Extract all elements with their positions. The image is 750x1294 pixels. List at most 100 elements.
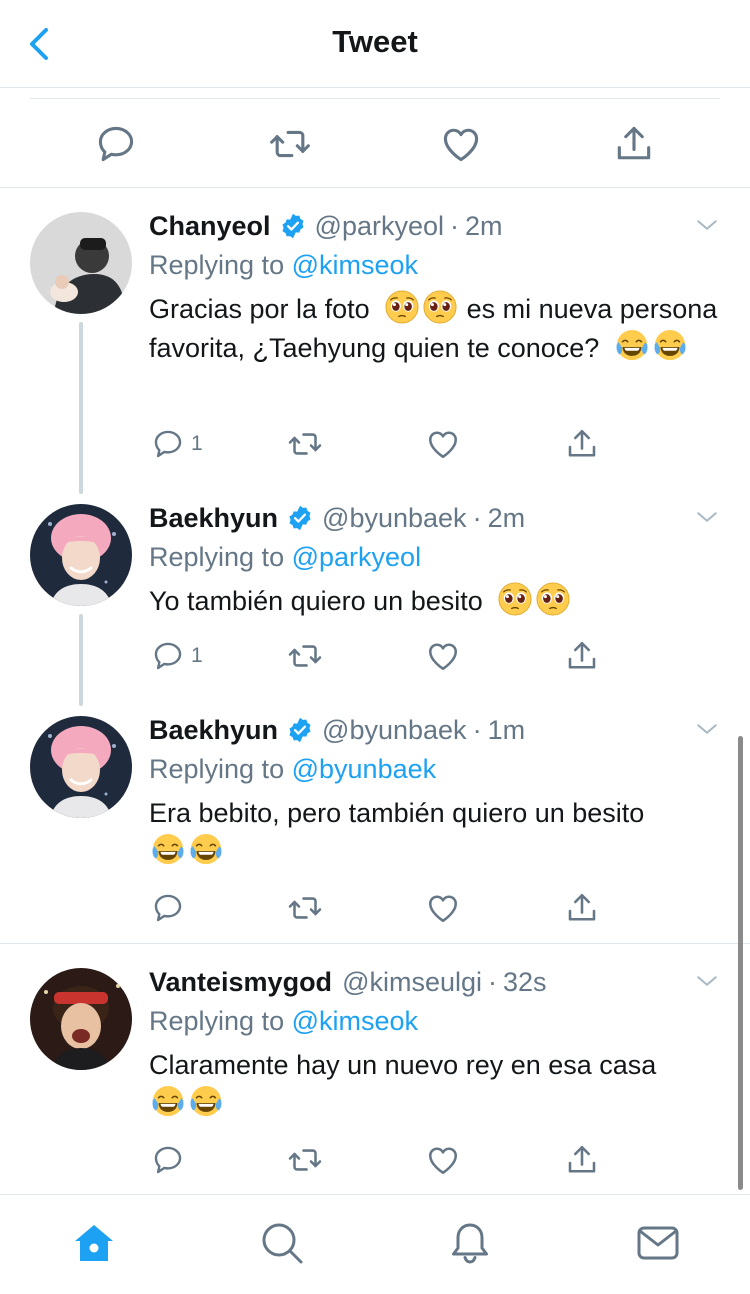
chevron-down-icon[interactable] (692, 966, 722, 996)
share-icon (612, 122, 656, 166)
mention-link[interactable]: @byunbaek (292, 754, 437, 784)
tab-notifications[interactable] (446, 1219, 494, 1267)
timestamp: 32s (503, 967, 547, 997)
replying-to-line: Replying to @kimseok (149, 1002, 720, 1040)
like-button[interactable] (425, 1140, 461, 1180)
chevron-down-icon[interactable] (692, 714, 722, 744)
scrollbar[interactable] (738, 736, 743, 1190)
author-name[interactable]: Baekhyun (149, 712, 278, 748)
mention-link[interactable]: @kimseok (292, 250, 418, 280)
like-button[interactable] (425, 636, 461, 676)
reply-icon (151, 639, 185, 673)
reply-button[interactable]: 1 (151, 424, 203, 464)
tweet-actions: 1 (149, 424, 750, 464)
tweet-text: Era bebito, pero también quiero un besit… (149, 794, 720, 872)
share-button[interactable] (564, 636, 600, 676)
top-navigation-bar: Tweet (0, 0, 750, 88)
reply-icon (151, 891, 185, 925)
replying-to-line: Replying to @kimseok (149, 246, 720, 284)
tweet-text-part: Yo también quiero un besito (149, 586, 483, 616)
pleading-face-emoji (385, 290, 419, 324)
author-name[interactable]: Vanteismygod (149, 964, 332, 1000)
thread-connector (79, 322, 83, 494)
author-handle[interactable]: @byunbaek (322, 712, 467, 748)
tears-of-joy-emoji (189, 1085, 223, 1119)
avatar[interactable] (30, 212, 132, 314)
retweet-button[interactable] (268, 122, 312, 166)
like-button[interactable] (425, 424, 461, 464)
author-name[interactable]: Baekhyun (149, 500, 278, 536)
mention-link[interactable]: @kimseok (292, 1006, 418, 1036)
share-button[interactable] (612, 122, 656, 166)
pleading-face-emoji (536, 582, 570, 616)
reply-button[interactable] (151, 1140, 185, 1180)
tab-home[interactable] (70, 1219, 118, 1267)
retweet-icon (268, 122, 312, 166)
replying-to-label: Replying to (149, 542, 285, 572)
search-icon (262, 1223, 303, 1264)
author-name[interactable]: Chanyeol (149, 208, 271, 244)
timestamp: 1m (487, 715, 526, 745)
page-title: Tweet (332, 24, 418, 59)
reply-tweet[interactable]: Vanteismygod @kimseulgi · 32s Replying t… (0, 944, 750, 1194)
tweet-actions (149, 1140, 750, 1180)
reply-tweet[interactable]: Baekhyun @byunbaek · 2m Replying to @par… (0, 494, 750, 706)
avatar[interactable] (30, 716, 132, 818)
share-button[interactable] (564, 888, 600, 928)
reply-button[interactable] (151, 888, 185, 928)
main-tweet-action-bar (0, 88, 750, 188)
tears-of-joy-emoji (151, 1085, 185, 1119)
verified-badge-icon (279, 212, 307, 240)
verified-badge-icon (286, 716, 314, 744)
share-icon (564, 890, 600, 926)
notifications-icon (452, 1223, 488, 1264)
chevron-down-icon[interactable] (692, 502, 722, 532)
share-button[interactable] (564, 424, 600, 464)
separator-dot: · (472, 503, 482, 533)
replying-to-line: Replying to @parkyeol (149, 538, 720, 576)
reply-tweet[interactable]: Baekhyun @byunbaek · 1m Replying to @byu… (0, 706, 750, 944)
retweet-icon (287, 1142, 323, 1178)
like-icon (439, 122, 483, 166)
pleading-face-emoji (423, 290, 457, 324)
tab-messages[interactable] (634, 1219, 682, 1267)
author-handle[interactable]: @kimseulgi (342, 964, 482, 1000)
separator-dot: · (450, 211, 459, 241)
replying-to-label: Replying to (149, 250, 285, 280)
reply-count: 1 (191, 432, 203, 455)
avatar[interactable] (30, 968, 132, 1070)
thread-connector (79, 614, 83, 706)
share-icon (564, 426, 600, 462)
retweet-button[interactable] (287, 888, 323, 928)
timestamp: 2m (465, 211, 503, 241)
share-button[interactable] (564, 1140, 600, 1180)
timestamp: 2m (487, 503, 526, 533)
avatar[interactable] (30, 504, 132, 606)
reply-button[interactable] (94, 122, 138, 166)
reply-icon (151, 427, 185, 461)
tweet-text-part: Era bebito, pero también quiero un besit… (149, 798, 645, 828)
like-button[interactable] (439, 122, 483, 166)
retweet-button[interactable] (287, 424, 323, 464)
reply-tweet[interactable]: Chanyeol @parkyeol · 2m Replying to @kim… (0, 188, 750, 494)
tweet-actions (149, 888, 750, 928)
retweet-button[interactable] (287, 636, 323, 676)
chevron-down-icon[interactable] (692, 210, 722, 240)
replying-to-label: Replying to (149, 1006, 285, 1036)
tears-of-joy-emoji (151, 833, 185, 867)
tab-search[interactable] (258, 1219, 306, 1267)
like-button[interactable] (425, 888, 461, 928)
like-icon (425, 890, 461, 926)
like-icon (425, 1142, 461, 1178)
author-handle[interactable]: @parkyeol (315, 208, 444, 244)
author-handle[interactable]: @byunbaek (322, 500, 467, 536)
reply-count: 1 (191, 644, 203, 667)
mention-link[interactable]: @parkyeol (292, 542, 421, 572)
tweet-text: Yo también quiero un besito (149, 582, 720, 621)
like-icon (425, 638, 461, 674)
retweet-button[interactable] (287, 1140, 323, 1180)
tweet-text: Claramente hay un nuevo rey en esa casa (149, 1046, 720, 1124)
divider (30, 98, 720, 99)
reply-button[interactable]: 1 (151, 636, 203, 676)
home-icon (75, 1225, 113, 1261)
